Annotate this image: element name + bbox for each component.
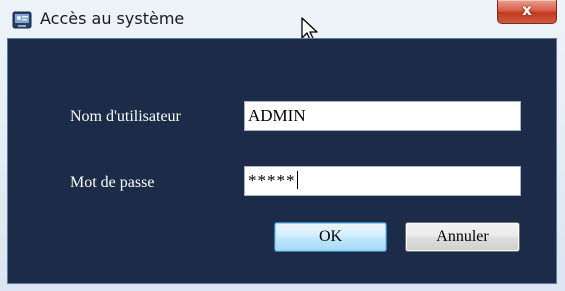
title-bar[interactable]: Accès au système x <box>0 0 565 38</box>
password-value: ***** <box>248 171 296 190</box>
username-field[interactable]: ADMIN <box>244 101 521 131</box>
window-title: Accès au système <box>40 9 185 28</box>
text-caret <box>296 171 298 189</box>
close-icon: x <box>522 1 532 19</box>
ok-button[interactable]: OK <box>274 222 387 252</box>
username-label: Nom d'utilisateur <box>70 108 181 125</box>
system-login-icon <box>12 10 32 30</box>
cancel-button[interactable]: Annuler <box>405 222 520 252</box>
login-dialog: Accès au système x Nom d'utilisateur ADM… <box>0 0 565 291</box>
password-label: Mot de passe <box>70 174 155 191</box>
password-field[interactable]: ***** <box>244 166 521 196</box>
close-button[interactable]: x <box>497 0 557 24</box>
username-value: ADMIN <box>248 106 306 125</box>
dialog-body: Nom d'utilisateur ADMIN Mot de passe ***… <box>7 38 557 284</box>
